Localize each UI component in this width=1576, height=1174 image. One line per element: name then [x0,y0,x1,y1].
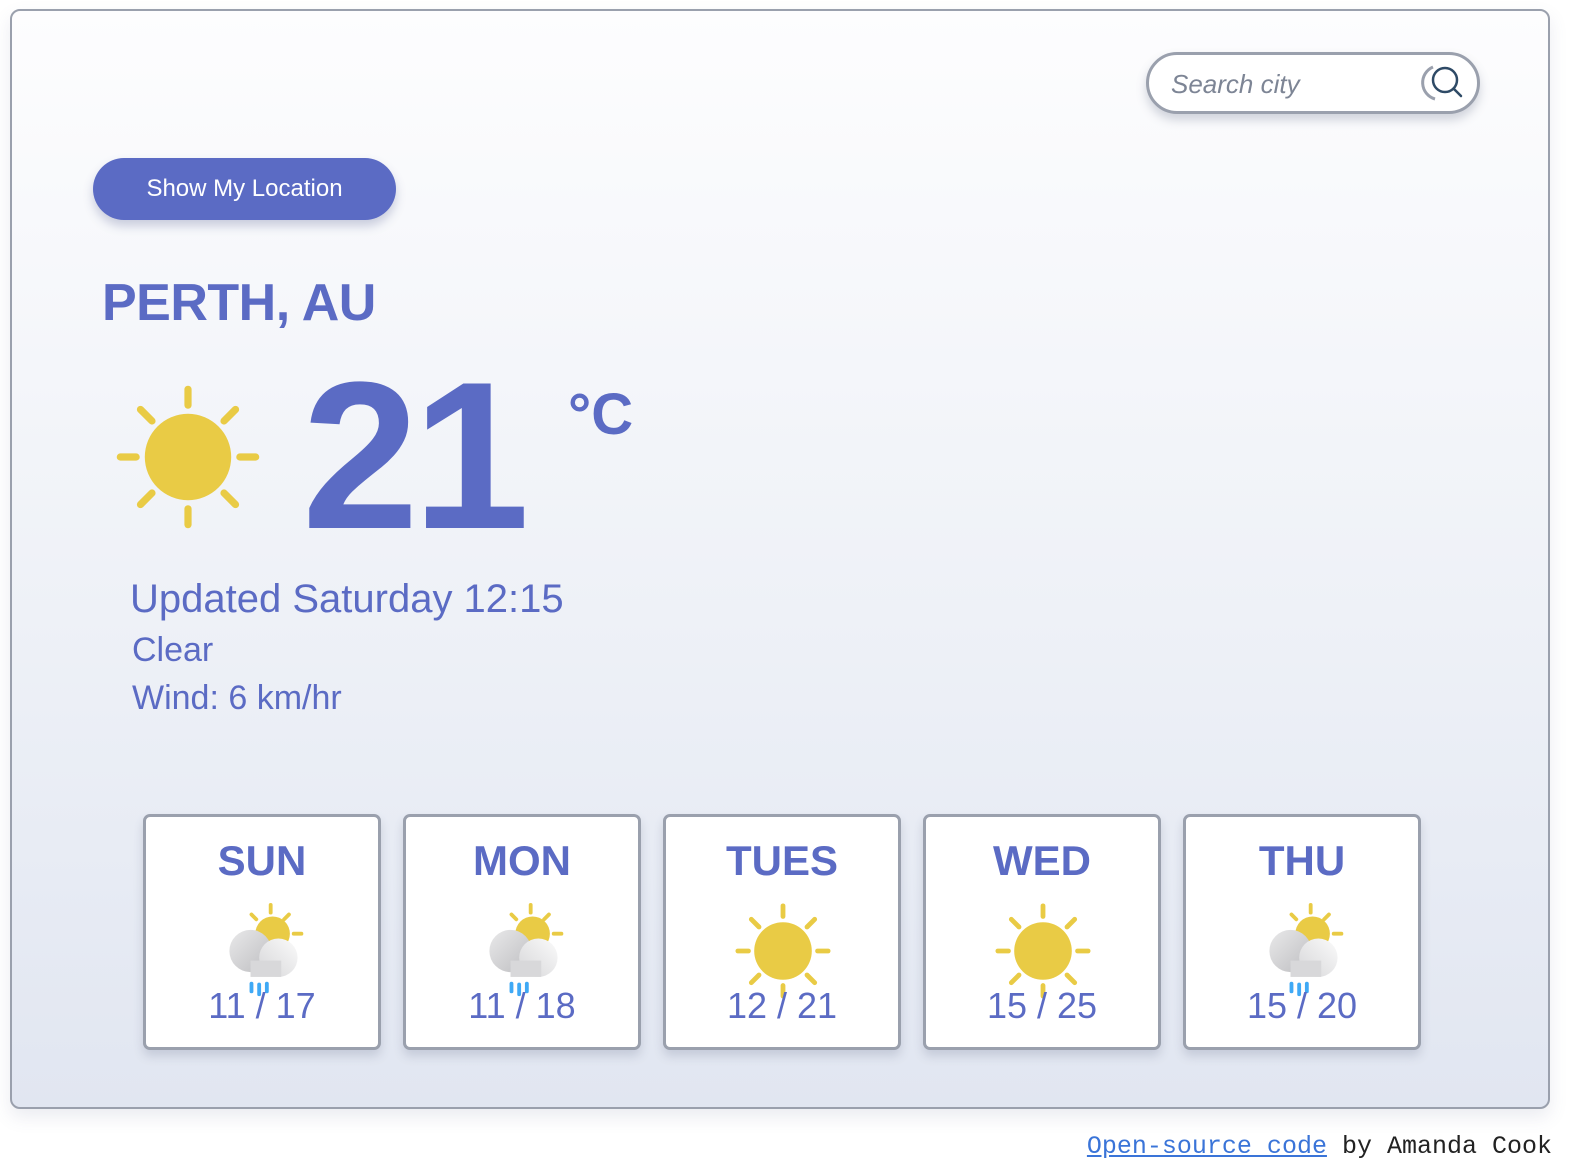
weather-app: Show My Location PERTH, AU 21 °C Updated… [10,9,1550,1109]
footer: Open-source code by Amanda Cook [1087,1132,1552,1161]
forecast-card: WED 15 / 25 [923,814,1161,1050]
forecast-day: TUES [725,837,838,884]
footer-credit: by Amanda Cook [1326,1132,1552,1161]
forecast-day: MON [473,837,571,884]
forecast-temps: 15 / 20 [1246,985,1358,1026]
updated-time: Updated Saturday 12:15 [130,577,564,621]
forecast-card: MON 11 / 18 [403,814,641,1050]
forecast-card: SUN 11 / 17 [143,814,381,1050]
temperature-unit[interactable]: °C [568,381,633,448]
wind-speed: Wind: 6 km/hr [132,679,342,717]
forecast-temps: 15 / 25 [986,985,1098,1026]
forecast-temps: 11 / 18 [468,985,576,1026]
open-source-code-link[interactable]: Open-source code [1087,1132,1327,1161]
search-icon [1421,65,1463,101]
search-box [1146,52,1480,114]
current-temperature: 21 [302,338,530,573]
forecast-day: SUN [217,837,307,884]
forecast-card: TUES 12 / 21 [663,814,901,1050]
forecast-day: WED [993,837,1091,884]
search-button[interactable] [1419,61,1465,105]
forecast-temps: 12 / 21 [726,985,838,1026]
search-city-input[interactable] [1169,67,1413,101]
weather-description: Clear [132,631,214,669]
city-name: PERTH, AU [102,274,376,332]
show-my-location-button[interactable]: Show My Location [93,158,396,220]
forecast-card: THU 15 / 20 [1183,814,1421,1050]
forecast-day: THU [1258,837,1346,884]
forecast-temps: 11 / 17 [208,985,316,1026]
forecast-list: SUN 11 / 17 MON 11 / 18 TUES 12 / 21 WED… [143,814,1421,1050]
sun-icon [116,385,260,529]
